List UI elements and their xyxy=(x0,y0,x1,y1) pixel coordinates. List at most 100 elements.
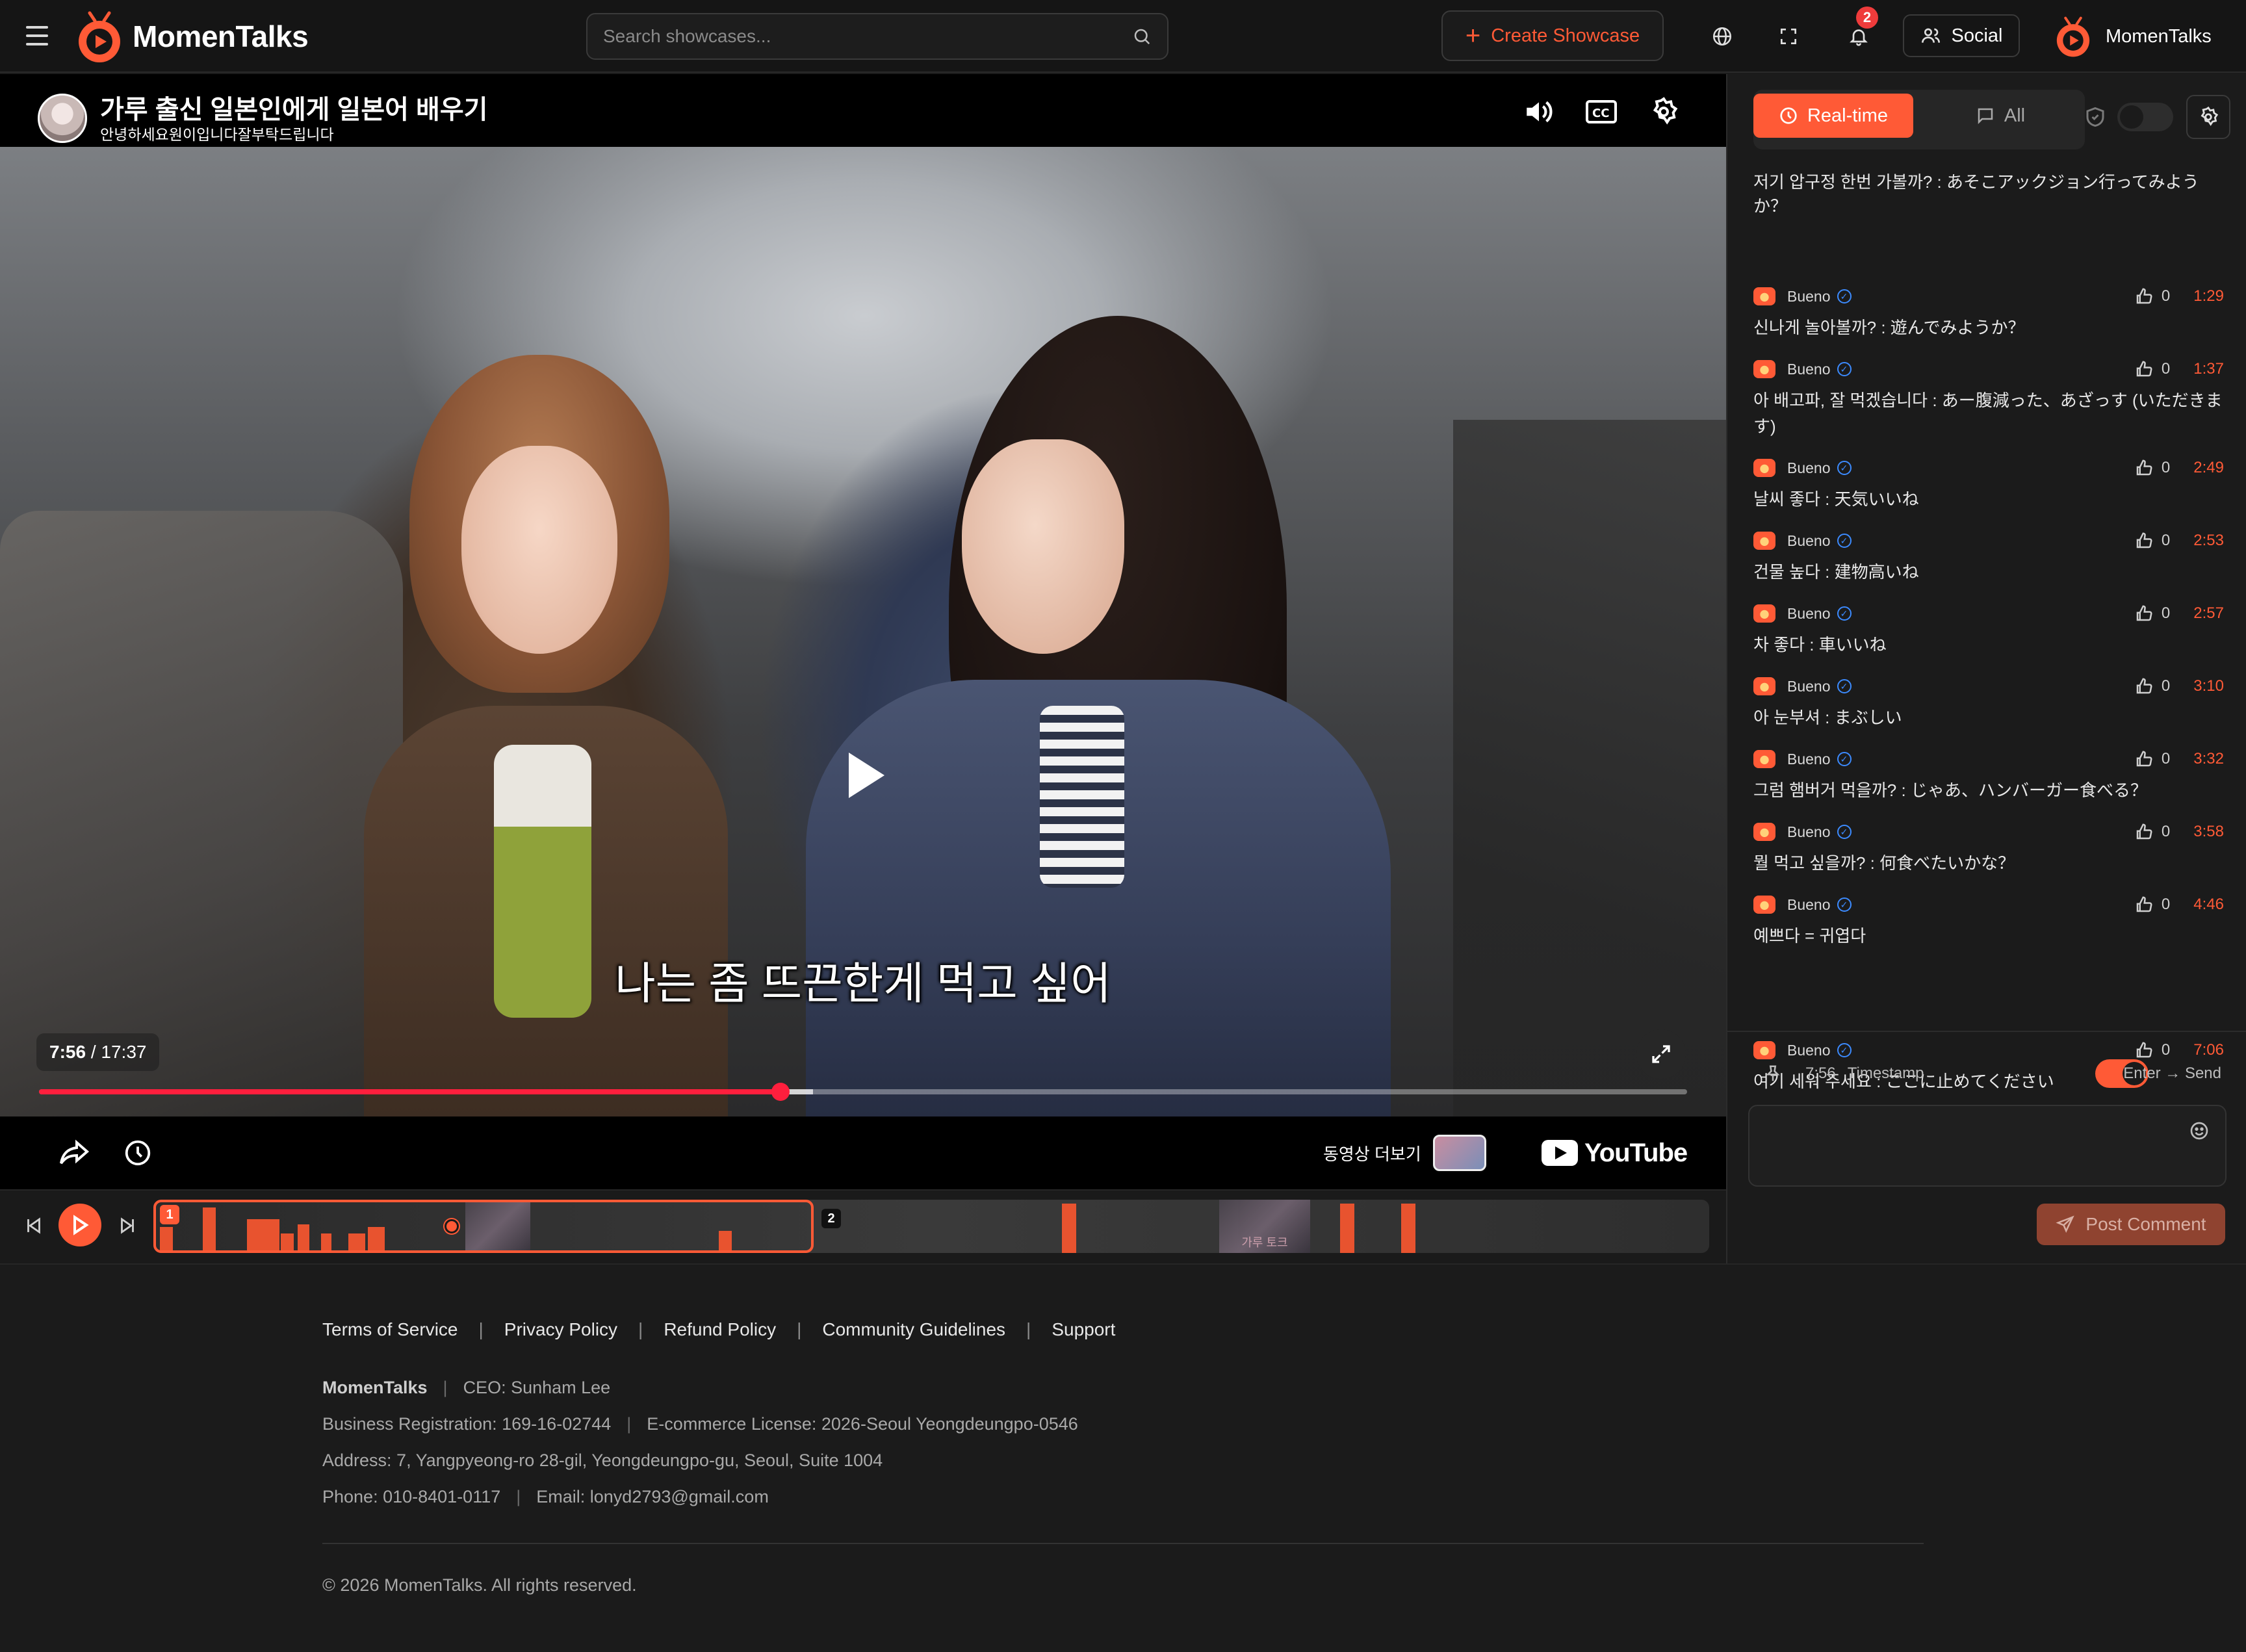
like-button[interactable]: 0 xyxy=(2134,1040,2170,1060)
comment-input[interactable] xyxy=(1749,1106,2225,1185)
player-fullscreen-button[interactable] xyxy=(1636,1029,1686,1079)
footer-link-refund[interactable]: Refund Policy xyxy=(664,1319,776,1340)
social-button[interactable]: Social xyxy=(1903,14,2020,57)
video-progress-bar[interactable] xyxy=(39,1083,1687,1101)
video-settings-button[interactable] xyxy=(1646,94,1682,130)
app-logo[interactable]: MomenTalks xyxy=(75,9,309,64)
create-showcase-button[interactable]: + Create Showcase xyxy=(1441,10,1664,61)
filter-toggle[interactable] xyxy=(2117,103,2173,131)
timeline-play-button[interactable] xyxy=(58,1204,101,1246)
comment-meta: 0 1:29 xyxy=(2134,285,2224,308)
comment-username[interactable]: Bueno xyxy=(1787,605,1831,623)
fullscreen-button[interactable] xyxy=(1765,13,1812,60)
footer-link-terms[interactable]: Terms of Service xyxy=(322,1319,458,1340)
notifications-button[interactable]: 2 xyxy=(1835,6,1882,60)
comment-item[interactable]: Bueno ✓ 0 2:49 날씨 좋다 : 天気いいね xyxy=(1753,456,2224,512)
comments-panel: Real-time All 저기 압구정 한번 가볼까? : あそこアックジョン… xyxy=(1726,74,2246,1263)
comment-timestamp[interactable]: 3:58 xyxy=(2193,823,2224,841)
like-button[interactable]: 0 xyxy=(2134,604,2170,623)
comment-username[interactable]: Bueno xyxy=(1787,678,1831,695)
tab-realtime[interactable]: Real-time xyxy=(1753,94,1913,138)
volume-button[interactable] xyxy=(1521,94,1557,130)
comment-timestamp[interactable]: 1:29 xyxy=(2193,287,2224,305)
youtube-logo[interactable]: YouTube xyxy=(1542,1133,1688,1172)
like-button[interactable]: 0 xyxy=(2134,287,2170,306)
post-comment-button[interactable]: Post Comment xyxy=(2037,1204,2225,1245)
comment-item[interactable]: Bueno ✓ 0 3:58 뭘 먹고 싶을까? : 何食べたいかな？ xyxy=(1753,820,2224,876)
menu-icon[interactable] xyxy=(26,26,48,45)
language-button[interactable] xyxy=(1699,13,1746,60)
panel-settings-button[interactable] xyxy=(2186,95,2230,139)
pin-button[interactable] xyxy=(1761,1062,1785,1085)
like-button[interactable]: 0 xyxy=(2134,677,2170,696)
separator: | xyxy=(638,1319,643,1339)
create-showcase-label: Create Showcase xyxy=(1491,25,1640,46)
comment-item[interactable]: Bueno ✓ 0 1:29 신나게 놀아볼까? : 遊んでみようか？ xyxy=(1753,285,2224,341)
comment-username[interactable]: Bueno xyxy=(1787,361,1831,378)
clock-icon xyxy=(125,1140,151,1166)
comment-header: Bueno ✓ 0 3:58 xyxy=(1753,820,2224,844)
timestamp-label: Timestamp xyxy=(1847,1065,1924,1082)
previous-button[interactable] xyxy=(14,1206,53,1245)
video-player[interactable]: 나는 좀 뜨끈한게 먹고 싶어 7:56 / 17:37 xyxy=(0,147,1726,1116)
comment-text: 아 눈부셔 : まぶしい xyxy=(1753,708,1902,727)
thumbs-up-icon xyxy=(2136,1042,2152,1058)
search-input[interactable] xyxy=(603,26,1132,47)
user-menu[interactable]: MomenTalks xyxy=(2054,12,2212,61)
footer-link-guidelines[interactable]: Community Guidelines xyxy=(822,1319,1005,1340)
like-button[interactable]: 0 xyxy=(2134,895,2170,914)
comment-username[interactable]: Bueno xyxy=(1787,751,1831,768)
plus-icon: + xyxy=(1465,21,1481,50)
comment-meta: 0 2:53 xyxy=(2134,529,2224,552)
comment-density-bar xyxy=(1062,1204,1076,1253)
next-button[interactable] xyxy=(108,1206,147,1245)
comment-timestamp[interactable]: 1:37 xyxy=(2193,360,2224,378)
more-videos-link[interactable]: 동영상 더보기 xyxy=(1323,1129,1486,1176)
comment-list[interactable]: 저기 압구정 한번 가볼까? : あそこアックジョン行ってみようか？ Bueno… xyxy=(1753,169,2224,1105)
comment-username[interactable]: Bueno xyxy=(1787,896,1831,914)
comment-username[interactable]: Bueno xyxy=(1787,823,1831,841)
comment-timestamp[interactable]: 4:46 xyxy=(2193,896,2224,914)
comment-item[interactable]: Bueno ✓ 0 1:37 아 배고파, 잘 먹겠습니다 : あー腹減った、あざっす … xyxy=(1753,357,2224,439)
comment-username[interactable]: Bueno xyxy=(1787,1042,1831,1059)
company-email[interactable]: Email: lonyd2793@gmail.com xyxy=(536,1487,769,1507)
search-icon[interactable] xyxy=(1132,27,1152,46)
comment-item[interactable]: Bueno ✓ 0 3:10 아 눈부셔 : まぶしい xyxy=(1753,675,2224,730)
play-button[interactable] xyxy=(836,746,894,805)
time-separator: / xyxy=(86,1042,101,1062)
like-button[interactable]: 0 xyxy=(2134,749,2170,769)
comment-item[interactable]: Bueno ✓ 0 2:57 차 좋다 : 車いいね xyxy=(1753,602,2224,658)
comment-item[interactable]: Bueno ✓ 0 4:46 예쁘다 = 귀엽다 xyxy=(1753,893,2224,949)
comment-timestamp[interactable]: 3:10 xyxy=(2193,677,2224,695)
comment-username[interactable]: Bueno xyxy=(1787,288,1831,305)
emoji-button[interactable] xyxy=(2186,1118,2212,1144)
scrubber-handle[interactable] xyxy=(771,1083,790,1101)
like-button[interactable]: 0 xyxy=(2134,359,2170,379)
search-bar[interactable] xyxy=(586,13,1168,60)
comment-timestamp[interactable]: 2:57 xyxy=(2193,604,2224,623)
captions-button[interactable]: CC xyxy=(1583,94,1620,130)
watch-later-button[interactable] xyxy=(118,1133,157,1172)
comment-header: Bueno ✓ 0 3:32 xyxy=(1753,747,2224,771)
like-button[interactable]: 0 xyxy=(2134,822,2170,842)
comment-timestamp[interactable]: 3:32 xyxy=(2193,750,2224,768)
footer-link-privacy[interactable]: Privacy Policy xyxy=(504,1319,617,1340)
timeline-playhead[interactable] xyxy=(445,1219,459,1233)
comment-item[interactable]: Bueno ✓ 0 3:32 그럼 햄버거 먹을까? : じゃあ、ハンバーガー食べる？ xyxy=(1753,747,2224,803)
tab-all[interactable]: All xyxy=(1922,94,2078,138)
comment-username[interactable]: Bueno xyxy=(1787,532,1831,550)
like-button[interactable]: 0 xyxy=(2134,531,2170,550)
youtube-label: YouTube xyxy=(1584,1138,1688,1167)
comment-username[interactable]: Bueno xyxy=(1787,459,1831,477)
comment-item[interactable]: Bueno ✓ 0 2:53 건물 높다 : 建物高いね xyxy=(1753,529,2224,585)
comment-timestamp[interactable]: 2:53 xyxy=(2193,532,2224,550)
comment-timestamp[interactable]: 7:06 xyxy=(2193,1041,2224,1059)
like-button[interactable]: 0 xyxy=(2134,458,2170,478)
timeline-segment-1[interactable] xyxy=(153,1200,814,1253)
channel-avatar[interactable] xyxy=(38,94,87,143)
footer-link-support[interactable]: Support xyxy=(1052,1319,1115,1340)
comment-text: 건물 높다 : 建物高いね xyxy=(1753,562,1919,582)
share-button[interactable] xyxy=(55,1133,94,1172)
comment-timestamp[interactable]: 2:49 xyxy=(2193,459,2224,477)
comment-input-box[interactable] xyxy=(1748,1105,2227,1187)
